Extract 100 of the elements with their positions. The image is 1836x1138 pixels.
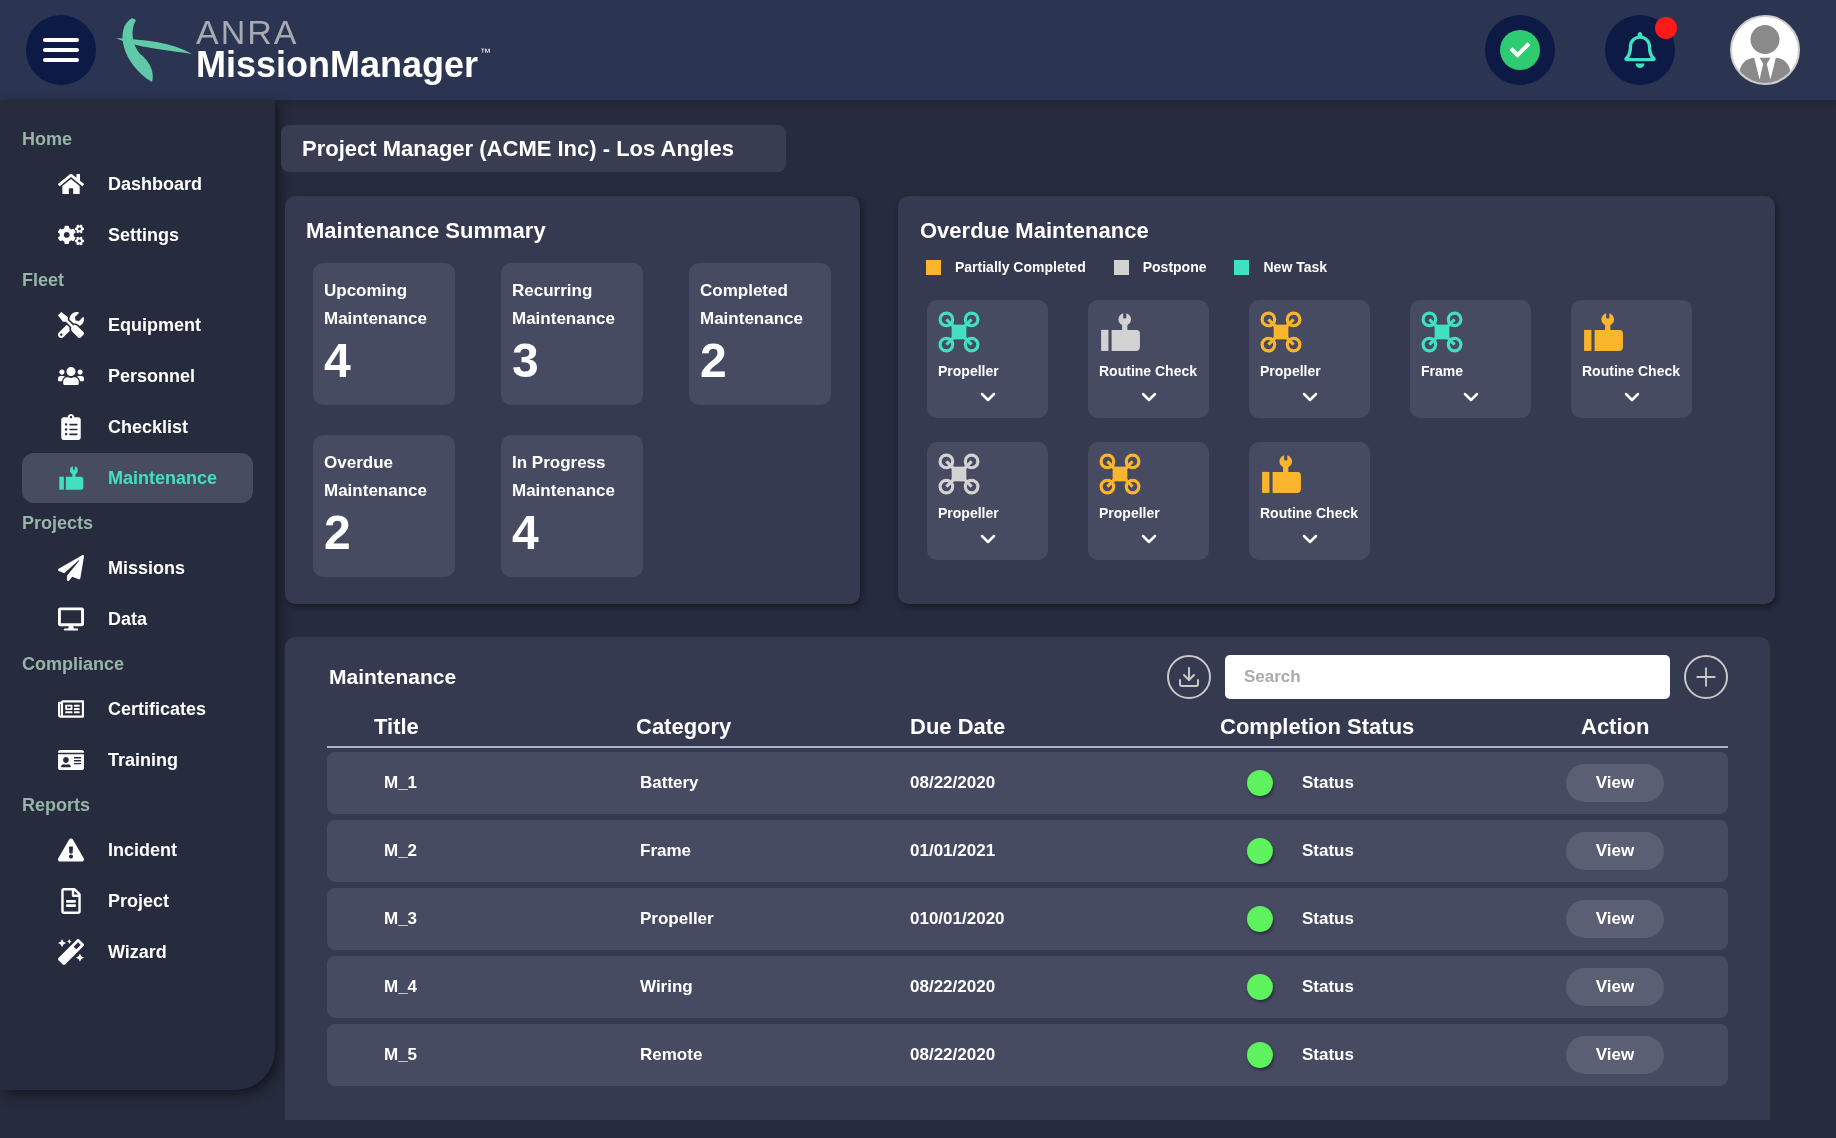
tools-icon <box>58 312 84 338</box>
table-cell-text: Remote <box>640 1044 703 1067</box>
table-cell-text: M_1 <box>384 772 418 795</box>
summary-count: 2 <box>324 507 351 559</box>
add-button[interactable] <box>1684 655 1728 699</box>
overdue-tile[interactable]: Propeller <box>1249 300 1370 418</box>
sidebar-section-label: Reports <box>22 794 90 817</box>
table-cell-text: M_2 <box>384 840 418 863</box>
tile-label: Propeller <box>1099 504 1160 523</box>
status-text: Status <box>1302 976 1354 999</box>
table-cell-text: 08/22/2020 <box>910 1044 996 1067</box>
summary-label: Completed Maintenance <box>700 280 804 330</box>
table-cell-text: 08/22/2020 <box>910 976 996 999</box>
sidebar-item[interactable]: Data <box>22 594 253 644</box>
overdue-tile[interactable]: Routine Check <box>1571 300 1692 418</box>
magic-wand-icon <box>58 939 84 965</box>
tile-label: Propeller <box>938 362 999 381</box>
trademark: ™ <box>480 47 492 58</box>
download-button[interactable] <box>1167 655 1211 699</box>
view-button[interactable]: View <box>1566 764 1664 802</box>
panel-title: Maintenance <box>329 664 457 691</box>
legend-label: New Task <box>1263 258 1328 277</box>
sidebar-item[interactable]: Settings <box>22 210 253 260</box>
view-button[interactable]: View <box>1566 832 1664 870</box>
overdue-tile[interactable]: Propeller <box>1088 442 1209 560</box>
sidebar-section-label: Fleet <box>22 269 64 292</box>
sidebar-item[interactable]: Missions <box>22 543 253 593</box>
check-icon <box>1500 30 1540 70</box>
table-cell-text: 010/01/2020 <box>910 908 1005 931</box>
summary-label: Recurring Maintenance <box>512 280 616 330</box>
overdue-tile[interactable]: Propeller <box>927 300 1048 418</box>
overdue-tile[interactable]: Frame <box>1410 300 1531 418</box>
sidebar-section-label: Projects <box>22 512 94 535</box>
sidebar-item[interactable]: Training <box>22 735 253 785</box>
sidebar-item[interactable]: Wizard <box>22 927 253 977</box>
tile-label: Routine Check <box>1582 362 1680 381</box>
summary-label: In Progress Maintenance <box>512 452 616 502</box>
view-button[interactable]: View <box>1566 900 1664 938</box>
gears-icon <box>58 222 84 248</box>
tile-label: Propeller <box>938 504 999 523</box>
summary-count: 4 <box>324 335 351 387</box>
sidebar-item[interactable]: Personnel <box>22 351 253 401</box>
page-title: Project Manager (ACME Inc) - Los Angles <box>281 125 786 172</box>
sidebar-item[interactable]: Incident <box>22 825 253 875</box>
tile-label: Routine Check <box>1099 362 1197 381</box>
tile-label: Frame <box>1421 362 1464 381</box>
search-field[interactable]: Search <box>1225 655 1670 699</box>
column-header: Category <box>636 712 732 741</box>
panel-title: Overdue Maintenance <box>920 217 1150 245</box>
download-icon <box>1177 665 1201 689</box>
view-button[interactable]: View <box>1566 1036 1664 1074</box>
column-header: Action <box>1581 712 1650 741</box>
status-text: Status <box>1302 840 1354 863</box>
sidebar-item[interactable]: Maintenance <box>22 453 253 503</box>
status-text: Status <box>1302 908 1354 931</box>
column-header: Completion Status <box>1220 712 1415 741</box>
menu-icon <box>43 38 79 62</box>
summary-label: Overdue Maintenance <box>324 452 428 502</box>
clipboard-icon <box>58 414 84 440</box>
id-card-icon <box>58 747 84 773</box>
summary-count: 3 <box>512 335 539 387</box>
sidebar-item[interactable]: Project <box>22 876 253 926</box>
sidebar-item[interactable]: Equipment <box>22 300 253 350</box>
panel-title: Maintenance Summary <box>306 217 547 245</box>
sidebar-item[interactable]: Dashboard <box>22 159 253 209</box>
logo-brand: ANRA <box>196 17 299 47</box>
table-cell-text: 08/22/2020 <box>910 772 996 795</box>
table-cell-text: M_4 <box>384 976 418 999</box>
sidebar-item[interactable]: Certificates <box>22 684 253 734</box>
summary-count: 2 <box>700 335 727 387</box>
table-cell-text: Battery <box>640 772 699 795</box>
summary-count: 4 <box>512 507 539 559</box>
overdue-tile[interactable]: Routine Check <box>1088 300 1209 418</box>
status-text: Status <box>1302 772 1354 795</box>
bell-icon <box>1622 32 1658 68</box>
document-icon <box>58 888 84 914</box>
tile-label: Propeller <box>1260 362 1321 381</box>
table-cell-text: Propeller <box>640 908 714 931</box>
home-icon <box>58 171 84 197</box>
sidebar-section-label: Compliance <box>22 653 125 676</box>
overdue-tile[interactable]: Propeller <box>927 442 1048 560</box>
tile-label: Routine Check <box>1260 504 1358 523</box>
legend-label: Partially Completed <box>955 258 1086 277</box>
view-button[interactable]: View <box>1566 968 1664 1006</box>
summary-label: Upcoming Maintenance <box>324 280 428 330</box>
table-cell-text: 01/01/2021 <box>910 840 996 863</box>
table-cell-text: M_5 <box>384 1044 418 1067</box>
status-text: Status <box>1302 1044 1354 1067</box>
logo-product: MissionManager <box>196 47 479 83</box>
warning-icon <box>58 837 84 863</box>
paper-plane-icon <box>58 555 84 581</box>
table-cell-text: Frame <box>640 840 692 863</box>
thumb-wrench-icon <box>58 465 84 491</box>
table-cell-text: M_3 <box>384 908 418 931</box>
overdue-tile[interactable]: Routine Check <box>1249 442 1370 560</box>
legend-label: Postpone <box>1142 258 1207 277</box>
column-header: Due Date <box>910 712 1006 741</box>
column-header: Title <box>374 712 419 741</box>
sidebar-item[interactable]: Checklist <box>22 402 253 452</box>
table-cell-text: Wiring <box>640 976 693 999</box>
